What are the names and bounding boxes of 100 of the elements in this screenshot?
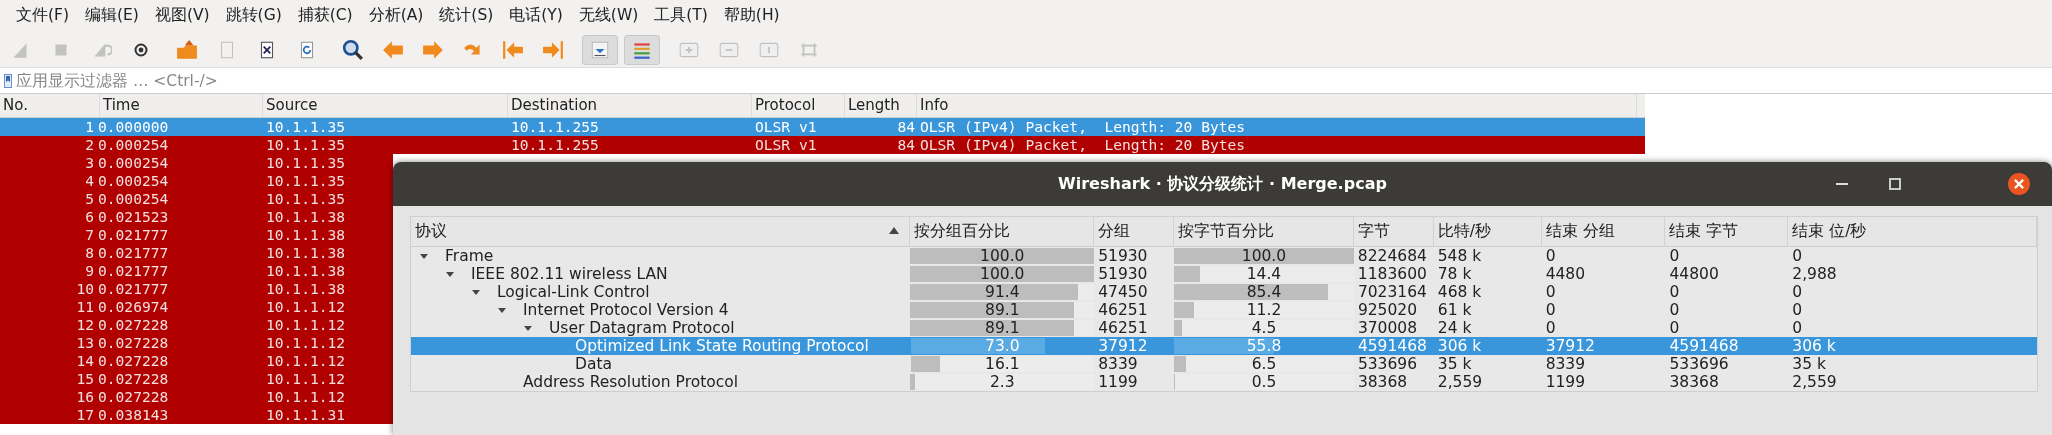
column-header[interactable]: Info xyxy=(917,94,1637,117)
autoscroll-button[interactable] xyxy=(582,34,618,65)
menu-item[interactable]: 分析(A) xyxy=(360,2,432,30)
table-cell-text: 10.1.1.35 xyxy=(265,136,347,154)
table-cell-text: 61 k xyxy=(1436,301,1473,319)
table-cell: 16.1 xyxy=(985,355,1020,373)
protocol-name: IEEE 802.11 wireless LAN xyxy=(471,265,668,283)
expanded-arrow-icon[interactable] xyxy=(497,305,507,315)
packet-row[interactable]: 15 0.027228 10.1.1.12 xyxy=(0,370,393,388)
expanded-arrow-icon[interactable] xyxy=(523,323,533,333)
column-header[interactable]: 结束 分组 xyxy=(1545,219,1615,244)
table-cell-text: 35 k xyxy=(1436,355,1473,373)
column-header[interactable]: 按分组百分比 xyxy=(914,219,1011,244)
packet-row[interactable]: 6 0.021523 10.1.1.38 xyxy=(0,208,393,226)
table-cell-text: 4591468 xyxy=(1356,337,1428,355)
menu-item[interactable]: 视图(V) xyxy=(146,2,218,30)
table-cell-text: 17 xyxy=(75,406,95,424)
bookmark-icon[interactable] xyxy=(4,73,12,88)
column-header[interactable]: Time xyxy=(100,94,263,117)
column-header[interactable]: Source xyxy=(263,94,508,117)
table-cell-text: 533696 xyxy=(1668,355,1730,373)
packet-row[interactable]: 2 0.000254 10.1.1.35 10.1.1.255 OLSR v1 84 OLSR (IPv4) Packet, Length: 20 Bytes xyxy=(0,136,1645,154)
column-header[interactable]: 协议 xyxy=(415,219,447,244)
window-title: Wireshark · 协议分级统计 · Merge.pcap xyxy=(1058,173,1387,195)
table-cell-text: 46251 xyxy=(1097,301,1149,319)
table-cell-text: 0.027228 xyxy=(97,334,170,352)
table-cell-text: 0.027228 xyxy=(97,352,170,370)
column-header[interactable]: Length xyxy=(845,94,917,117)
menu-item[interactable]: 编辑(E) xyxy=(77,2,147,30)
expanded-arrow-icon[interactable] xyxy=(419,251,429,261)
column-header[interactable]: No. xyxy=(0,94,100,117)
table-cell: 14.4 xyxy=(1246,265,1282,283)
menu-item[interactable]: 无线(W) xyxy=(570,2,647,30)
column-header[interactable]: 比特/秒 xyxy=(1437,219,1491,244)
table-cell-text: 468 k xyxy=(1436,283,1483,301)
column-header[interactable]: 结束 字节 xyxy=(1669,219,1739,244)
expanded-arrow-icon[interactable] xyxy=(445,269,455,279)
packet-row[interactable]: 13 0.027228 10.1.1.12 xyxy=(0,334,393,352)
tree-row[interactable]: User Datagram Protocol 89.1 46251 4.5 370008 24 k 0 0 0 xyxy=(411,319,2037,337)
table-cell-text: 548 k xyxy=(1436,247,1483,265)
tree-row[interactable]: Address Resolution Protocol 2.3 1199 0.5 38368 2,559 1199 38368 2,559 xyxy=(411,373,2037,391)
table-cell-text: 46251 xyxy=(1097,319,1149,337)
packet-row[interactable]: 11 0.026974 10.1.1.12 xyxy=(0,298,393,316)
packet-row[interactable]: 3 0.000254 10.1.1.35 xyxy=(0,154,393,172)
table-cell: 2.3 xyxy=(990,373,1015,391)
table-cell-text: 0 xyxy=(1791,319,1804,337)
packet-row[interactable]: 9 0.021777 10.1.1.38 xyxy=(0,262,393,280)
packet-row[interactable]: 16 0.027228 10.1.1.12 xyxy=(0,388,393,406)
close-button[interactable] xyxy=(2005,170,2033,198)
column-header[interactable]: 分组 xyxy=(1098,219,1131,244)
table-cell-text: 47450 xyxy=(1097,283,1149,301)
table-cell-text: 38368 xyxy=(1668,373,1720,391)
table-cell-text: 0.027228 xyxy=(97,316,170,334)
table-cell-text: 10.1.1.12 xyxy=(265,334,346,352)
table-cell-text: 5 xyxy=(84,190,95,208)
packet-row[interactable]: 7 0.021777 10.1.1.38 xyxy=(0,226,393,244)
table-cell-text: 2,988 xyxy=(1791,265,1838,283)
table-cell-text: 10.1.1.35 xyxy=(265,190,346,208)
table-cell-text: 0.000254 xyxy=(97,172,170,190)
column-header[interactable]: 结束 位/秒 xyxy=(1792,219,1867,244)
color-lines-button[interactable] xyxy=(624,34,660,65)
menu-item[interactable]: 帮助(H) xyxy=(715,2,788,30)
table-cell-text: 15 xyxy=(75,370,95,388)
table-cell: 89.1 xyxy=(985,301,1020,319)
table-cell-text: 0.026974 xyxy=(97,298,170,316)
table-cell-text: 4 xyxy=(84,172,95,190)
table-cell: 0.5 xyxy=(1251,373,1277,391)
packet-row[interactable]: 17 0.038143 10.1.1.31 xyxy=(0,406,393,424)
tree-row[interactable]: Data 16.1 8339 6.5 533696 35 k 8339 533696 35 k xyxy=(411,355,2037,373)
tree-row[interactable]: Internet Protocol Version 4 89.1 46251 11.2 925020 61 k 0 0 0 xyxy=(411,301,2037,319)
menu-item[interactable]: 文件(F) xyxy=(8,2,77,30)
table-cell: 55.8 xyxy=(1246,337,1282,355)
tree-row[interactable]: IEEE 802.11 wireless LAN 100.0 51930 14.4 1183600 78 k 4480 44800 2,988 xyxy=(411,265,2037,283)
expanded-arrow-icon[interactable] xyxy=(471,287,481,297)
tree-row[interactable]: Logical-Link Control 91.4 47450 85.4 7023164 468 k 0 0 0 xyxy=(411,283,2037,301)
column-header[interactable]: 字节 xyxy=(1357,219,1390,244)
table-cell-text: 1183600 xyxy=(1356,265,1428,283)
column-header[interactable]: Protocol xyxy=(752,94,845,117)
column-header[interactable]: Destination xyxy=(508,94,752,117)
packet-row[interactable]: 8 0.021777 10.1.1.38 xyxy=(0,244,393,262)
table-cell-text: 16 xyxy=(75,388,95,406)
menu-item[interactable]: 统计(S) xyxy=(431,2,502,30)
menu-item[interactable]: 捕获(C) xyxy=(289,2,361,30)
table-cell-text: 10.1.1.38 xyxy=(265,262,346,280)
table-cell-text: 8 xyxy=(84,244,95,262)
packet-row[interactable]: 4 0.000254 10.1.1.35 xyxy=(0,172,393,190)
packet-row[interactable]: 10 0.021777 10.1.1.38 xyxy=(0,280,393,298)
packet-row[interactable]: 5 0.000254 10.1.1.35 xyxy=(0,190,393,208)
tree-row[interactable]: Frame 100.0 51930 100.0 8224684 548 k 0 0 0 xyxy=(411,247,2037,265)
table-cell: 100.0 xyxy=(980,265,1025,283)
menu-item[interactable]: 工具(T) xyxy=(646,2,716,30)
packet-row[interactable]: 14 0.027228 10.1.1.12 xyxy=(0,352,393,370)
first-icon xyxy=(502,38,524,61)
packet-row[interactable]: 12 0.027228 10.1.1.12 xyxy=(0,316,393,334)
menu-item[interactable]: 跳转(G) xyxy=(217,2,290,30)
table-cell-text: 84 xyxy=(896,118,916,136)
table-cell-text: 0 xyxy=(1668,301,1681,319)
menu-item[interactable]: 电话(Y) xyxy=(501,2,571,30)
column-header[interactable]: 按字节百分比 xyxy=(1178,219,1275,244)
table-cell-text: 0.000254 xyxy=(97,136,170,154)
